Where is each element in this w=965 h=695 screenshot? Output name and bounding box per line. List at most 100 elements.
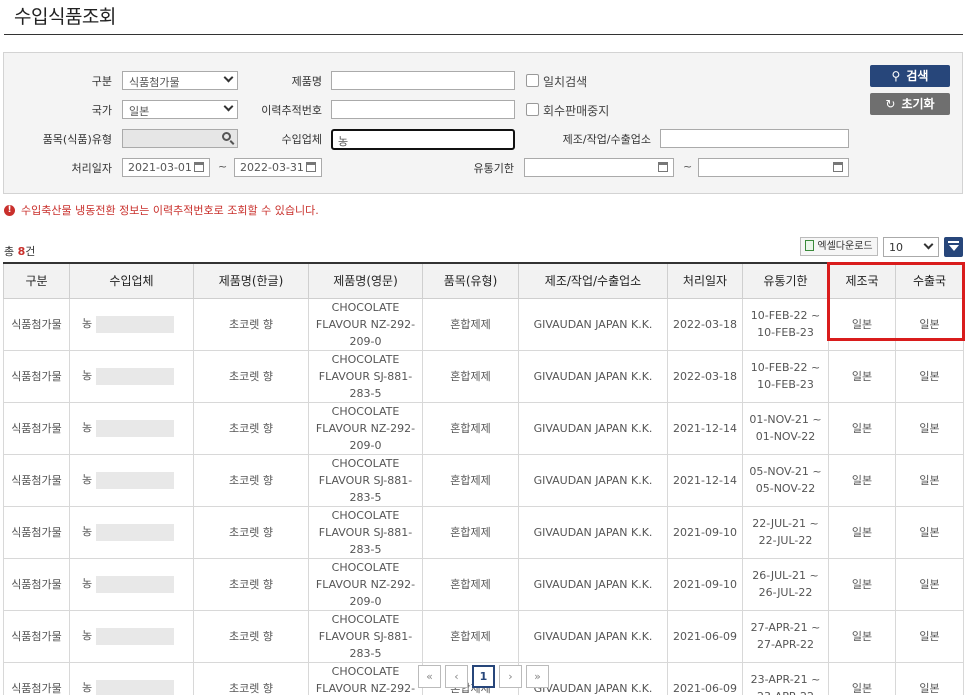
table-row[interactable]: 식품첨가물 농 초코렛 향CHOCOLATE FLAVOUR NZ-292-209-… xyxy=(3,297,964,351)
cell-export-country: 일본 xyxy=(895,609,964,663)
cell-maker: GIVAUDAN JAPAN K.K. xyxy=(518,453,668,507)
cell-name-en: CHOCOLATE FLAVOUR SJ-881-283-5 xyxy=(308,609,423,663)
redacted-block xyxy=(96,419,175,437)
column-header: 수입업체 xyxy=(69,262,194,299)
expiry-from-input[interactable] xyxy=(524,158,674,177)
table-row[interactable]: 식품첨가물 농 초코렛 향CHOCOLATE FLAVOUR NZ-292-209-… xyxy=(3,401,964,455)
total-suffix: 건 xyxy=(25,245,36,258)
country-select-value: 일본 xyxy=(129,105,150,118)
calendar-icon[interactable] xyxy=(833,162,843,172)
exact-match-checkbox[interactable] xyxy=(526,74,539,87)
search-button-label: 검색 xyxy=(906,69,929,83)
cell-name-en: CHOCOLATE FLAVOUR SJ-881-283-5 xyxy=(308,453,423,507)
search-button[interactable]: ⚲ 검색 xyxy=(870,65,950,87)
category-select[interactable]: 식품첨가물 xyxy=(122,71,238,90)
reset-button[interactable]: ↻ 초기화 xyxy=(870,93,950,115)
process-date-to-input[interactable]: 2022-03-31 xyxy=(234,158,322,177)
cell-maker: GIVAUDAN JAPAN K.K. xyxy=(518,557,668,611)
cell-name-en: CHOCOLATE FLAVOUR NZ-292-209-0 xyxy=(308,557,423,611)
calendar-icon[interactable] xyxy=(658,162,668,172)
importer-name: 농 xyxy=(82,421,93,435)
cell-category: 식품첨가물 xyxy=(3,349,70,403)
trace-number-input[interactable] xyxy=(331,100,515,119)
product-name-input[interactable] xyxy=(331,71,515,90)
calendar-icon[interactable] xyxy=(194,162,204,172)
cell-export-country: 일본 xyxy=(895,349,964,403)
cell-origin-country: 일본 xyxy=(828,453,896,507)
trace-number-label: 이력추적번호 xyxy=(261,104,322,117)
table-header-row: 구분 수입업체 제품명(한글) 제품명(영문) 품목(유형) 제조/작업/수출업소 처리일자… xyxy=(3,262,964,299)
results-table: 구분 수입업체 제품명(한글) 제품명(영문) 품목(유형) 제조/작업/수출업소 처리일자… xyxy=(3,262,964,695)
chevron-down-icon xyxy=(923,239,934,250)
alert-icon: ! xyxy=(4,204,15,216)
cell-importer: 농 xyxy=(69,349,194,403)
first-page-button[interactable]: « xyxy=(418,665,441,688)
column-header: 제조/작업/수출업소 xyxy=(518,262,668,299)
cell-date: 2021-12-14 xyxy=(667,401,743,455)
cell-date: 2021-12-14 xyxy=(667,453,743,507)
cell-export-country: 일본 xyxy=(895,557,964,611)
importer-name: 농 xyxy=(82,369,93,383)
search-icon: ⚲ xyxy=(891,69,901,83)
cell-date: 2022-03-18 xyxy=(667,297,743,351)
cell-maker: GIVAUDAN JAPAN K.K. xyxy=(518,349,668,403)
cell-category: 식품첨가물 xyxy=(3,297,70,351)
manufacturer-input[interactable] xyxy=(660,129,849,148)
cell-expiry: 22-JUL-21 ~ 22-JUL-22 xyxy=(742,505,829,559)
next-page-button[interactable]: › xyxy=(499,665,522,688)
cell-type: 혼합제제 xyxy=(422,609,519,663)
cell-importer: 농 xyxy=(69,297,194,351)
cell-name-ko: 초코렛 향 xyxy=(193,557,309,611)
exact-match-label: 일치검색 xyxy=(543,75,588,89)
process-date-from-input[interactable]: 2021-03-01 xyxy=(122,158,210,177)
country-select[interactable]: 일본 xyxy=(122,100,238,119)
page-size-select[interactable]: 10 xyxy=(883,237,939,257)
date-range-separator: ~ xyxy=(218,160,228,173)
recall-label: 회수판매중지 xyxy=(543,104,610,118)
cell-origin-country: 일본 xyxy=(828,505,896,559)
item-type-input[interactable] xyxy=(122,129,238,148)
excel-download-button[interactable]: 엑셀다운로드 xyxy=(800,237,878,256)
excel-download-label: 엑셀다운로드 xyxy=(817,241,873,252)
calendar-icon[interactable] xyxy=(306,162,316,172)
last-page-button[interactable]: » xyxy=(526,665,549,688)
table-row[interactable]: 식품첨가물 농 초코렛 향 CHOCOLATE FLAVOUR SJ-881-283-… xyxy=(3,505,964,559)
total-count: 총 8건 xyxy=(4,243,35,259)
category-label: 구분 xyxy=(91,75,112,88)
chevron-down-icon xyxy=(223,72,234,83)
cell-name-ko: 초코렛 향 xyxy=(193,297,309,351)
product-name-label: 제품명 xyxy=(291,75,322,88)
cell-origin-country: 일본 xyxy=(828,297,896,351)
redacted-block xyxy=(96,315,175,333)
cell-maker: GIVAUDAN JAPAN K.K. xyxy=(518,505,668,559)
cell-name-en: CHOCOLATE FLAVOUR NZ-292-209-0 xyxy=(308,401,423,455)
column-header: 제품명(한글) xyxy=(193,262,309,299)
cell-name-en: CHOCOLATE FLAVOUR SJ-881-283-5 xyxy=(308,505,423,559)
cell-name-en: CHOCOLATE FLAVOUR SJ-881-283-5 xyxy=(308,349,423,403)
cell-origin-country: 일본 xyxy=(828,609,896,663)
table-row[interactable]: 식품첨가물 농 초코렛 향CHOCOLATE FLAVOUR NZ-292-209-… xyxy=(3,557,964,611)
importer-name: 농 xyxy=(82,525,93,539)
table-row[interactable]: 식품첨가물 농 초코렛 향 CHOCOLATE FLAVOUR SJ-881-283-… xyxy=(3,453,964,507)
column-header: 제조국 xyxy=(828,262,896,299)
search-icon[interactable] xyxy=(222,132,231,141)
importer-name: 농 xyxy=(82,681,93,695)
page-title: 수입식품조회 xyxy=(14,6,116,28)
expiry-to-input[interactable] xyxy=(698,158,849,177)
cell-importer: 농 xyxy=(69,661,194,695)
cell-date: 2021-06-09 xyxy=(667,609,743,663)
prev-page-button[interactable]: ‹ xyxy=(445,665,468,688)
cell-expiry: 23-APR-21 ~ 23-APR-22 xyxy=(742,661,829,695)
importer-name: 농 xyxy=(82,577,93,591)
cell-type: 혼합제제 xyxy=(422,297,519,351)
filter-icon[interactable] xyxy=(944,237,963,257)
recall-checkbox[interactable] xyxy=(526,103,539,116)
column-header: 제품명(영문) xyxy=(308,262,423,299)
page-1-button[interactable]: 1 xyxy=(472,665,495,688)
cell-importer: 농 xyxy=(69,505,194,559)
expiry-label: 유통기한 xyxy=(473,162,514,175)
importer-input[interactable]: 농 xyxy=(331,129,515,150)
redacted-block xyxy=(96,471,175,489)
table-row[interactable]: 식품첨가물 농 초코렛 향 CHOCOLATE FLAVOUR SJ-881-283-… xyxy=(3,609,964,663)
table-row[interactable]: 식품첨가물 농 초코렛 향 CHOCOLATE FLAVOUR SJ-881-283-… xyxy=(3,349,964,403)
